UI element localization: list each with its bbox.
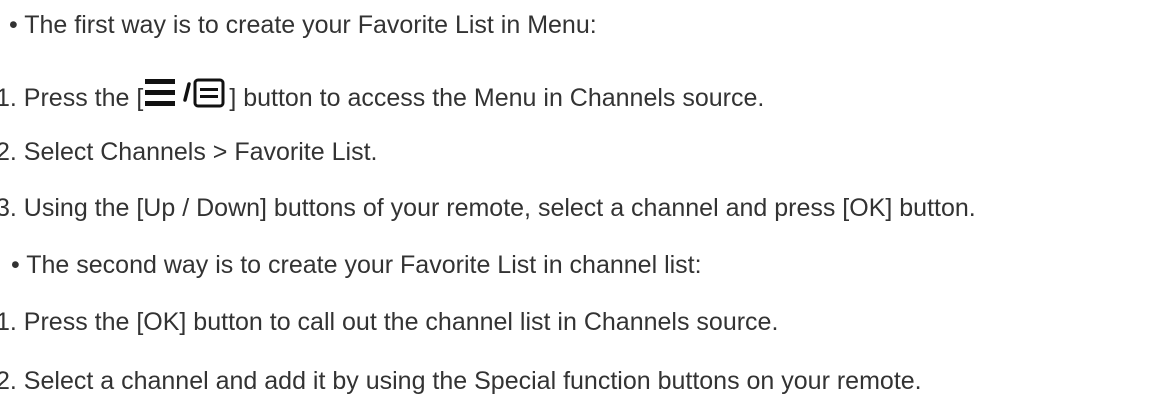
step-number: 2. bbox=[0, 138, 17, 166]
section2-intro: • The second way is to create your Favor… bbox=[11, 251, 702, 279]
section2-step-1: 1. Press the [OK] button to call out the… bbox=[0, 307, 778, 337]
menu-list-icon bbox=[143, 78, 229, 110]
step-number: 2. bbox=[0, 367, 17, 395]
section1-step-2: 2. Select Channels > Favorite List. bbox=[0, 137, 377, 167]
section1-step-3: 3. Using the [Up / Down] buttons of your… bbox=[0, 193, 976, 223]
step-text-after: ] button to access the Menu in Channels … bbox=[229, 84, 765, 112]
step-text: Select Channels > Favorite List. bbox=[16, 138, 378, 166]
step-number: 1. bbox=[0, 84, 17, 112]
menu-icon bbox=[145, 78, 225, 108]
step-text: Using the [Up / Down] buttons of your re… bbox=[16, 194, 976, 222]
step-number: 1. bbox=[0, 308, 17, 336]
step-text: Press the [OK] button to call out the ch… bbox=[16, 308, 779, 336]
section1-intro: • The first way is to create your Favori… bbox=[9, 11, 597, 39]
section1-step-1: 1. Press the [ ] button to access the Me… bbox=[0, 78, 764, 113]
step-text-before: Press the [ bbox=[16, 84, 144, 112]
step-text: Select a channel and add it by using the… bbox=[16, 367, 922, 395]
step-number: 3. bbox=[0, 194, 17, 222]
section2-step-2: 2. Select a channel and add it by using … bbox=[0, 366, 922, 396]
